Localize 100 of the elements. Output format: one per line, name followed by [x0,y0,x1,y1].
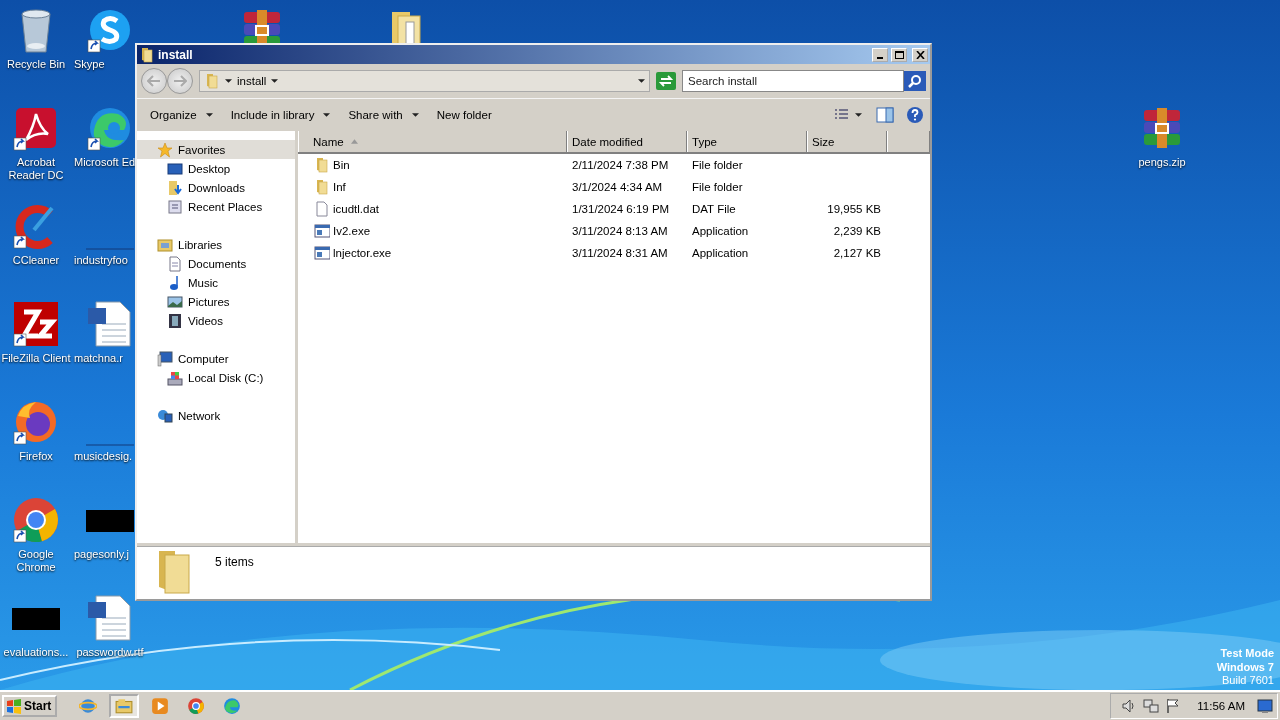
downloads-icon [167,179,183,196]
four-pane-logo-icon [6,698,22,714]
folder-icon [115,697,134,715]
caret-icon [323,112,331,118]
close-button[interactable] [912,47,928,62]
icon-label[interactable]: FileZilla Client [1,352,71,365]
film-icon [167,312,183,329]
sidebar-item[interactable]: Desktop [137,159,295,178]
file-icon [314,201,330,217]
table-cell-text: DAT File [691,203,737,215]
window-title: install [158,47,194,62]
folder-icon [204,73,220,89]
play-icon [151,697,170,715]
search-icon [908,74,922,88]
icon-label[interactable]: Firefox [19,450,53,463]
table-cell-text: 2/11/2024 7:38 PM [571,159,670,171]
clock[interactable]: 11:56 AM [1197,700,1245,712]
line-icon [86,444,134,446]
libraries-icon [157,236,173,253]
toolbar-button[interactable]: New folder [429,106,499,124]
maximize-button[interactable] [891,47,907,62]
folder-icon [314,179,330,195]
table-cell-text: 3/1/2024 4:34 AM [571,181,664,193]
sidebar-item[interactable]: Documents [137,254,295,273]
sidebar-item[interactable]: Downloads [137,178,295,197]
sidebar-item[interactable]: Recent Places [137,197,295,216]
application-icon [314,245,330,261]
computer-icon [157,350,173,367]
sidebar-item[interactable]: Computer [137,349,295,368]
application-icon [314,223,330,239]
icon-label[interactable]: Acrobat Reader DC [0,156,74,182]
back-button[interactable] [141,68,167,94]
toolbar-button[interactable]: Include in library [223,106,338,124]
file-name[interactable]: Inf [333,181,346,193]
network-icon [157,407,173,424]
caret-icon [411,112,419,118]
sidebar-item[interactable]: Music [137,273,295,292]
picture-icon [167,293,183,310]
sidebar-item[interactable]: Libraries [137,235,295,254]
watermark-text: Windows 7 [1216,660,1274,674]
table-cell-text: File folder [691,181,744,193]
icon-label[interactable]: industryfoo [74,254,128,267]
icon-label[interactable]: Skype [74,58,105,71]
sidebar-item[interactable]: Videos [137,311,295,330]
drive-icon [167,369,183,386]
column-header[interactable]: Name [298,131,567,152]
sort-arrow-icon [350,139,358,144]
icon-label[interactable]: Google Chrome [0,548,74,574]
help-icon[interactable] [906,106,924,124]
breadcrumb-caret-icon [225,78,232,84]
column-header[interactable]: Date modified [567,131,687,152]
icon-label[interactable]: matchna.r [74,352,123,365]
icon-label[interactable]: pengs.zip [1138,156,1186,169]
minimize-button[interactable] [872,47,888,62]
breadcrumb-item[interactable]: install [237,75,267,87]
preview-pane-icon[interactable] [876,107,894,123]
maximize-icon [894,50,904,59]
table-cell-text: Application [691,225,750,237]
desktop-icon [167,160,183,177]
watermark-text: Build 7601 [1222,674,1274,688]
sidebar-item[interactable]: Favorites [137,140,295,159]
network-icon[interactable] [1143,698,1160,714]
column-header[interactable]: Size [807,131,887,152]
search-button[interactable] [904,71,926,91]
round-logo-icon [187,697,206,715]
table-cell-text: 19,955 KB [826,203,882,215]
start-button[interactable]: Start [2,695,58,717]
forward-button[interactable] [167,68,193,94]
sidebar-item[interactable]: Network [137,406,295,425]
toolbar-button[interactable]: Organize [143,106,220,124]
icon-label[interactable]: Microsoft Ed [74,156,136,169]
document-icon [167,255,183,272]
file-name[interactable]: lnjector.exe [333,247,392,259]
file-name[interactable]: Iv2.exe [333,225,371,237]
address-bar[interactable]: install [199,70,650,92]
table-cell-text: 2,127 KB [832,247,882,259]
caret-icon [205,112,213,118]
file-name[interactable]: icudtl.dat [333,203,380,215]
close-icon [915,50,925,59]
minimize-icon [877,56,883,59]
icon-label[interactable]: pagesonly.j [74,548,129,561]
folder-icon [314,157,330,173]
search-field[interactable]: Search install [682,70,904,92]
table-cell-text: 3/11/2024 8:13 AM [571,225,669,237]
file-name[interactable]: Bin [333,159,350,171]
show-desktop-icon[interactable] [1257,698,1273,714]
table-cell-text: File folder [691,159,744,171]
dropdown-caret-icon [638,78,645,84]
folder-icon [139,46,155,63]
icon-label[interactable]: Recycle Bin [6,58,66,71]
sidebar-item[interactable]: Pictures [137,292,295,311]
icon-label[interactable]: musicdesig. [74,450,133,463]
column-header[interactable]: Type [687,131,807,152]
taskbar-app[interactable] [109,694,140,718]
toolbar-button[interactable]: Share with [341,106,426,124]
refresh-icon[interactable] [656,72,676,90]
sidebar-item[interactable]: Local Disk (C:) [137,368,295,387]
view-caret-icon [855,112,862,118]
star-icon [157,141,173,158]
icon-label[interactable]: CCleaner [12,254,60,267]
